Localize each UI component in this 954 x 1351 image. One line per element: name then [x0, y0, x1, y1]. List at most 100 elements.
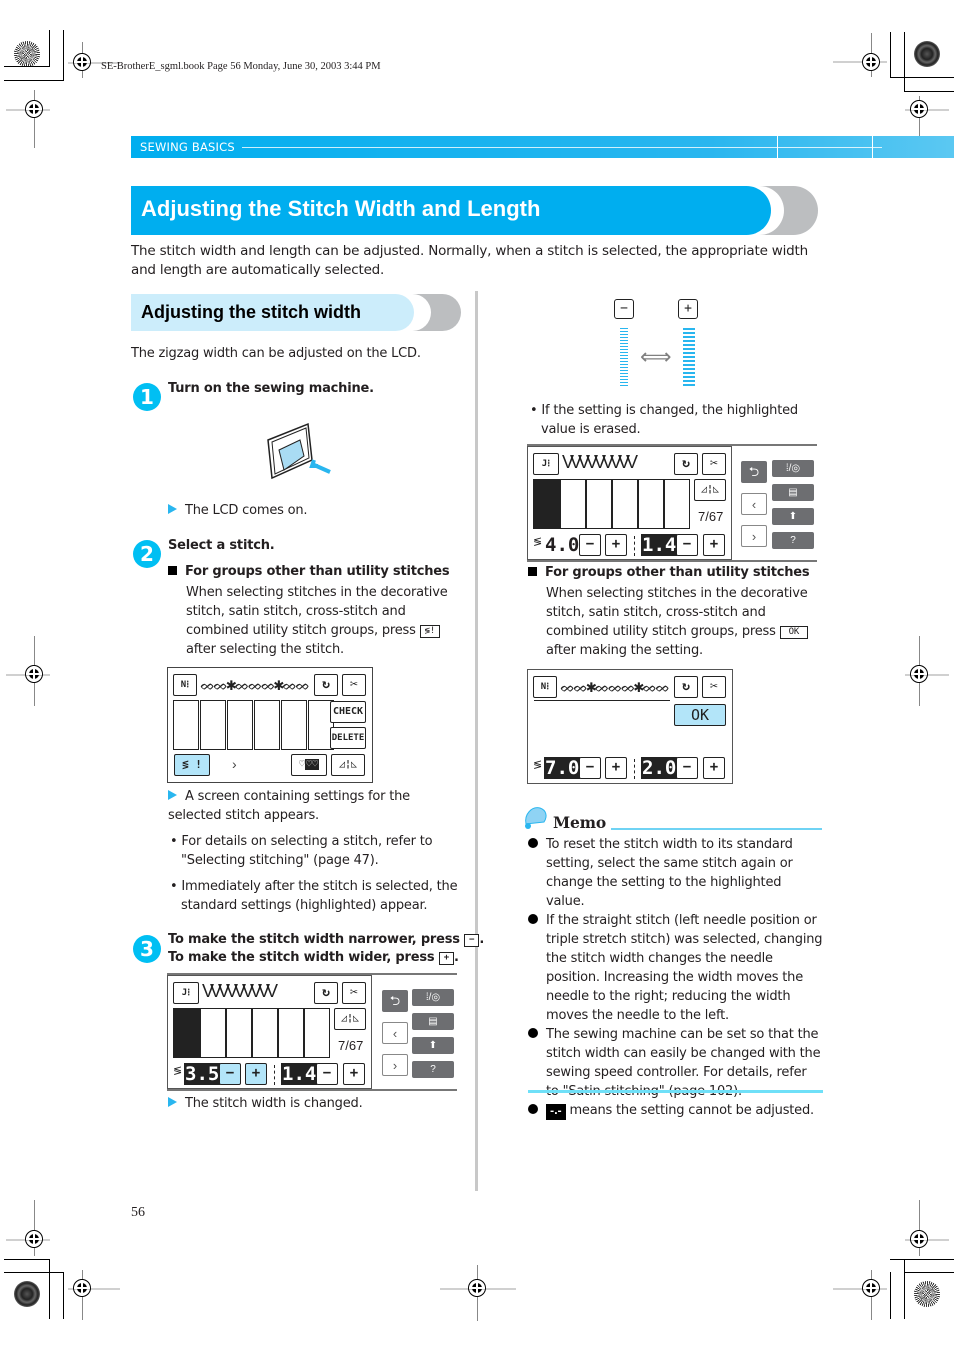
square-bullet-icon: [528, 567, 537, 576]
reverse-key[interactable]: ↻: [314, 982, 338, 1004]
step-number-3: 3: [133, 935, 161, 963]
length-minus-button[interactable]: −: [676, 534, 698, 556]
bullet-icon: [528, 1028, 538, 1038]
stitch-cell-selected[interactable]: [533, 479, 560, 529]
width-plus-button[interactable]: +: [605, 534, 627, 556]
back-button[interactable]: ⮌: [741, 461, 767, 483]
twin-needle-key[interactable]: J⁞: [173, 982, 199, 1004]
mirror-key[interactable]: ◿¦◺: [331, 754, 365, 776]
crosshair-icon: [25, 100, 43, 118]
width-icon: ≶: [173, 1065, 183, 1077]
stitch-cell[interactable]: [226, 1008, 252, 1058]
stitch-cell[interactable]: [252, 1008, 278, 1058]
page-title-banner: Adjusting the Stitch Width and Length: [131, 186, 818, 235]
memo-title: Memo: [553, 813, 606, 832]
help-button[interactable]: ?: [412, 1061, 454, 1078]
retrieve-button[interactable]: ⬆: [412, 1037, 454, 1054]
section-label: SEWING BASICS: [140, 140, 235, 154]
check-key[interactable]: CHECK: [330, 701, 366, 723]
heart-key[interactable]: ♡♡♡: [291, 754, 327, 776]
intro-paragraph: The stitch width and length can be adjus…: [131, 243, 808, 278]
step-2-body: When selecting stitches in the decorativ…: [186, 585, 448, 657]
width-minus-button[interactable]: −: [579, 534, 601, 556]
width-plus-button[interactable]: +: [245, 1063, 267, 1085]
step-3-title-wider: To make the stitch width wider, press +.: [168, 950, 459, 965]
crosshair-icon: [910, 665, 928, 683]
stitch-cell-selected[interactable]: [173, 1008, 200, 1058]
lcd-utility-screen-changed: J⁞ VVVVVVVVV ↻ ✂ ◿¦◺ 7/67 ≶ 4.0 − + 1.4 …: [527, 444, 817, 562]
bullet-icon: [528, 838, 538, 848]
stitch-cell[interactable]: [586, 479, 612, 529]
reverse-key[interactable]: ↻: [314, 674, 338, 696]
next-button[interactable]: ›: [382, 1054, 408, 1076]
scissors-key[interactable]: ✂: [702, 676, 726, 698]
stitch-cell[interactable]: [638, 479, 664, 529]
reverse-key[interactable]: ↻: [674, 676, 698, 698]
mirror-key[interactable]: ◿¦◺: [334, 1008, 366, 1030]
zigzag-preview: VVVVVVVVV: [202, 981, 278, 1001]
back-button[interactable]: ⮌: [382, 990, 408, 1012]
next-button[interactable]: ›: [741, 525, 767, 547]
registration-target-icon: [914, 41, 940, 67]
reverse-key[interactable]: ↻: [674, 453, 698, 475]
stitch-cell[interactable]: [173, 700, 199, 750]
lcd-ok-screen: N⁞ ᨖᨖ✱ᨖᨖᨖ✱ᨖᨖ ↻ ✂ OK ≶ 7.0 − + 2.0 − +: [527, 669, 733, 784]
memory-button[interactable]: ▤: [412, 1013, 454, 1030]
registration-target-icon: [914, 1281, 940, 1307]
width-value: 7.0: [544, 757, 581, 779]
stitch-cell[interactable]: [612, 479, 638, 529]
crosshair-icon: [73, 1279, 91, 1297]
registration-target-icon: [14, 41, 40, 67]
prev-button[interactable]: ‹: [382, 1022, 408, 1044]
scissors-key[interactable]: ✂: [342, 674, 366, 696]
length-plus-button[interactable]: +: [343, 1063, 365, 1085]
retrieve-button[interactable]: ⬆: [772, 508, 814, 525]
length-plus-button[interactable]: +: [703, 757, 725, 779]
length-plus-button[interactable]: +: [703, 534, 725, 556]
page-count: 7/67: [698, 509, 724, 524]
crosshair-icon: [25, 1230, 43, 1248]
length-minus-button[interactable]: −: [676, 757, 698, 779]
stitch-settings-key[interactable]: ≶ !: [174, 754, 210, 776]
memo-item: If the straight stitch (left needle posi…: [528, 911, 823, 1025]
needle-mode-key[interactable]: N⁞: [533, 676, 557, 698]
stitch-cell[interactable]: [227, 700, 253, 750]
stitch-cell[interactable]: [560, 479, 586, 529]
subheading-banner: Adjusting the stitch width: [131, 294, 461, 331]
stitch-cell[interactable]: [278, 1008, 304, 1058]
step-3-title-narrower: To make the stitch width narrower, press…: [168, 932, 485, 947]
stitch-cell[interactable]: [281, 700, 307, 750]
scissors-key[interactable]: ✂: [702, 453, 726, 475]
stitch-mode-button[interactable]: ⁞/◎: [412, 989, 454, 1006]
prev-button[interactable]: ‹: [741, 493, 767, 515]
ok-button[interactable]: OK: [674, 704, 726, 726]
width-plus-button[interactable]: +: [605, 757, 627, 779]
stitch-cell[interactable]: [200, 700, 226, 750]
mirror-key[interactable]: ◿¦◺: [694, 479, 726, 501]
step-1-result: The LCD comes on.: [168, 501, 308, 520]
stitch-cell[interactable]: [664, 479, 690, 529]
length-minus-button[interactable]: −: [316, 1063, 338, 1085]
stitch-cell[interactable]: [304, 1008, 330, 1058]
memory-button[interactable]: ▤: [772, 484, 814, 501]
stitch-mode-button[interactable]: ⁞/◎: [772, 460, 814, 477]
stitch-cell[interactable]: [200, 1008, 226, 1058]
help-button[interactable]: ?: [772, 532, 814, 549]
length-icon: [634, 536, 636, 556]
next-arrow-icon[interactable]: ›: [232, 756, 237, 772]
changed-note: • If the setting is changed, the highlig…: [530, 403, 798, 437]
stitch-cell[interactable]: [254, 700, 280, 750]
twin-needle-key[interactable]: J⁞: [533, 453, 559, 475]
step-number-2: 2: [133, 540, 161, 568]
width-minus-button[interactable]: −: [219, 1063, 241, 1085]
needle-mode-key[interactable]: N⁞: [173, 674, 197, 696]
column-divider: [475, 291, 478, 1191]
width-icon: ≶: [533, 759, 543, 771]
right-body: When selecting stitches in the decorativ…: [546, 586, 809, 658]
crosshair-icon: [862, 53, 880, 71]
width-minus-button[interactable]: −: [579, 757, 601, 779]
scissors-key[interactable]: ✂: [342, 982, 366, 1004]
delete-key[interactable]: DELETE: [330, 727, 366, 749]
crosshair-icon: [910, 100, 928, 118]
length-value: 1.4: [281, 1063, 318, 1085]
